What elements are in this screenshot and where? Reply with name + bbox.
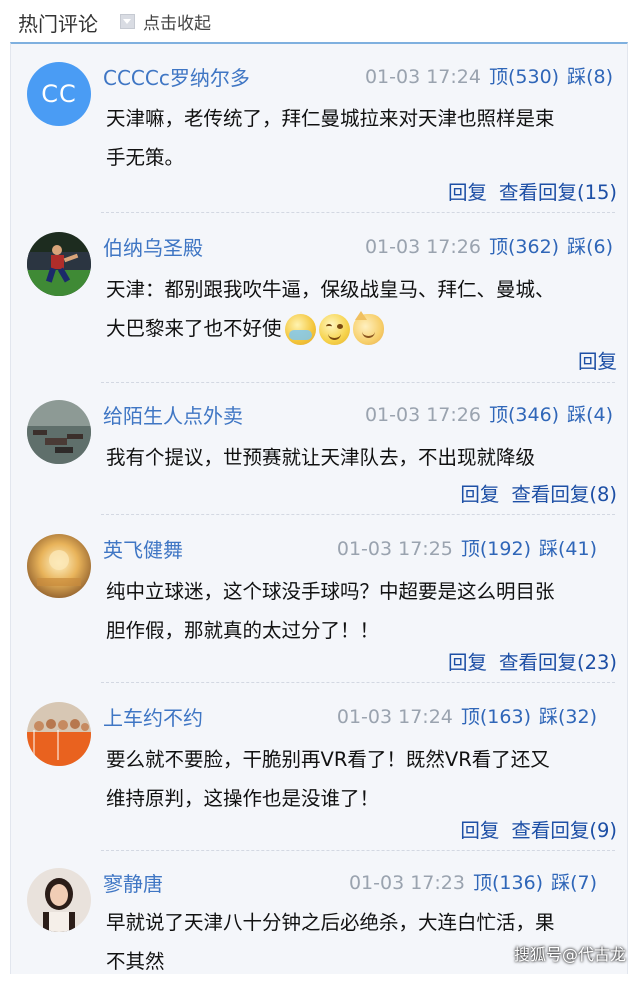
- downvote-button[interactable]: 踩(4): [567, 404, 613, 426]
- downvote-button[interactable]: 踩(6): [567, 236, 613, 258]
- comment-line-with-emoji: 大巴黎来了也不好使: [106, 309, 616, 348]
- downvote-button[interactable]: 踩(7): [551, 872, 597, 894]
- comment-line: 胆作假，那就真的太过分了！！: [106, 619, 380, 642]
- comment-divider: [101, 382, 615, 383]
- downvote-button[interactable]: 踩(41): [539, 538, 597, 560]
- comment-actions: 回复 查看回复(9): [460, 814, 617, 843]
- reply-button[interactable]: 回复: [460, 819, 499, 842]
- comment-actions: 回复 查看回复(8): [460, 478, 617, 507]
- comment-item: CC CCCCc罗纳尔多 01-03 17:24 顶(530) 踩(8) 天津嘛，老…: [11, 44, 627, 214]
- comment-time: 01-03 17:26: [364, 236, 481, 258]
- view-replies-link[interactable]: 查看回复(23): [499, 651, 617, 674]
- comment-meta: 01-03 17:26 顶(346) 踩(4): [365, 400, 613, 427]
- avatar[interactable]: [27, 400, 91, 464]
- comment-item: 给陌生人点外卖 01-03 17:26 顶(346) 踩(4) 我有个提议，世预赛就…: [11, 384, 627, 514]
- football-player-photo-icon: [27, 232, 91, 296]
- comment-actions: 回复: [578, 345, 617, 374]
- collapse-label: 点击收起: [143, 13, 211, 34]
- comment-time: 01-03 17:24: [364, 66, 481, 88]
- comment-line: 纯中立球迷，这个球没手球吗？中超要是这么明目张: [106, 580, 555, 603]
- comment-actions: 回复 查看回复(15): [448, 176, 617, 205]
- comment-item: 英飞健舞 01-03 17:25 顶(192) 踩(41) 纯中立球迷，这个球没手球…: [11, 516, 627, 682]
- watermark: 搜狐号@代古龙: [513, 945, 626, 964]
- comment-time: 01-03 17:23: [348, 872, 465, 894]
- collapse-arrow-icon: [120, 13, 135, 29]
- username[interactable]: 寥静唐: [103, 868, 163, 897]
- upvote-button[interactable]: 顶(346): [489, 404, 559, 426]
- comment-meta: 01-03 17:23 顶(136) 踩(7): [349, 868, 597, 895]
- avatar[interactable]: [27, 868, 91, 932]
- comment-divider: [101, 682, 615, 683]
- comment-list: CC CCCCc罗纳尔多 01-03 17:24 顶(530) 踩(8) 天津嘛，老…: [10, 42, 628, 974]
- username[interactable]: 上车约不约: [103, 702, 203, 731]
- comment-actions: 回复 查看回复(23): [448, 646, 617, 675]
- upvote-button[interactable]: 顶(362): [489, 236, 559, 258]
- comment-line: 手无策。: [106, 146, 185, 169]
- avatar[interactable]: [27, 534, 91, 598]
- avatar[interactable]: CC: [27, 62, 91, 126]
- avatar[interactable]: [27, 232, 91, 296]
- username[interactable]: CCCCc罗纳尔多: [103, 62, 250, 91]
- upvote-button[interactable]: 顶(136): [473, 872, 543, 894]
- comments-header: 热门评论 点击收起: [0, 0, 640, 42]
- upvote-button[interactable]: 顶(192): [461, 538, 531, 560]
- downvote-button[interactable]: 踩(32): [539, 706, 597, 728]
- comment-line: 早就说了天津八十分钟之后必绝杀，大连白忙活，果: [106, 911, 555, 934]
- hot-comments-title: 热门评论: [18, 12, 98, 36]
- view-replies-link[interactable]: 查看回复(8): [511, 483, 617, 506]
- comment-text: 纯中立球迷，这个球没手球吗？中超要是这么明目张 胆作假，那就真的太过分了！！: [106, 572, 616, 650]
- reply-button[interactable]: 回复: [448, 181, 487, 204]
- comment-divider: [101, 514, 615, 515]
- comment-text: 我有个提议，世预赛就让天津队去，不出现就降级: [106, 438, 616, 477]
- cat-emoji-icon: [352, 311, 384, 345]
- comment-line: 天津：都别跟我吹牛逼，保级战皇马、拜仁、曼城、: [106, 278, 555, 301]
- comment-time: 01-03 17:26: [364, 404, 481, 426]
- crying-emoji-icon: [284, 314, 316, 345]
- ships-at-sea-photo-icon: [27, 400, 91, 464]
- view-replies-link[interactable]: 查看回复(9): [511, 819, 617, 842]
- username[interactable]: 给陌生人点外卖: [103, 400, 243, 429]
- comment-text: 天津嘛，老传统了，拜仁曼城拉来对天津也照样是束 手无策。: [106, 99, 616, 177]
- team-photo-icon: [27, 702, 91, 766]
- downvote-button[interactable]: 踩(8): [567, 66, 613, 88]
- comment-time: 01-03 17:25: [336, 538, 453, 560]
- comment-item: 伯纳乌圣殿 01-03 17:26 顶(362) 踩(6) 天津：都别跟我吹牛逼，保…: [11, 214, 627, 382]
- upvote-button[interactable]: 顶(530): [489, 66, 559, 88]
- comment-line: 要么就不要脸，干脆别再VR看了！既然VR看了还又: [106, 748, 550, 771]
- comment-time: 01-03 17:24: [336, 706, 453, 728]
- comment-meta: 01-03 17:25 顶(192) 踩(41): [337, 534, 597, 561]
- username[interactable]: 英飞健舞: [103, 534, 183, 563]
- reply-button[interactable]: 回复: [448, 651, 487, 674]
- smug-emoji-icon: [318, 314, 350, 345]
- comment-divider: [101, 850, 615, 851]
- comment-meta: 01-03 17:24 顶(163) 踩(32): [337, 702, 597, 729]
- woman-portrait-photo-icon: [27, 868, 91, 932]
- comment-line: 天津嘛，老传统了，拜仁曼城拉来对天津也照样是束: [106, 107, 555, 130]
- view-replies-link[interactable]: 查看回复(15): [499, 181, 617, 204]
- avatar[interactable]: [27, 702, 91, 766]
- comment-text: 要么就不要脸，干脆别再VR看了！既然VR看了还又 维持原判，这操作也是没谁了！: [106, 740, 616, 818]
- upvote-button[interactable]: 顶(163): [461, 706, 531, 728]
- comment-meta: 01-03 17:24 顶(530) 踩(8): [365, 62, 613, 89]
- comment-line: 我有个提议，世预赛就让天津队去，不出现就降级: [106, 446, 536, 469]
- comment-text: 天津：都别跟我吹牛逼，保级战皇马、拜仁、曼城、 大巴黎来了也不好使: [106, 270, 616, 348]
- comment-divider: [101, 212, 615, 213]
- comment-meta: 01-03 17:26 顶(362) 踩(6): [365, 232, 613, 259]
- username[interactable]: 伯纳乌圣殿: [103, 232, 203, 261]
- reply-button[interactable]: 回复: [578, 350, 617, 373]
- comment-line: 维持原判，这操作也是没谁了！: [106, 787, 380, 810]
- collapse-toggle[interactable]: 点击收起: [120, 10, 211, 34]
- golden-glow-photo-icon: [27, 534, 91, 598]
- comment-item: 上车约不约 01-03 17:24 顶(163) 踩(32) 要么就不要脸，干脆别再…: [11, 684, 627, 850]
- comment-line: 大巴黎来了也不好使: [106, 317, 282, 340]
- reply-button[interactable]: 回复: [460, 483, 499, 506]
